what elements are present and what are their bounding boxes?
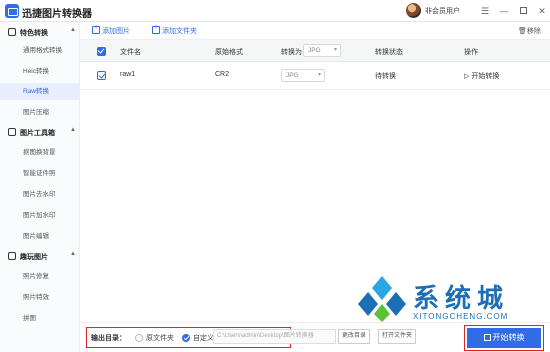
user-avatar[interactable] (406, 3, 421, 18)
chevron-down-icon: ▾ (317, 72, 321, 78)
source-folder-label[interactable]: 原文件夹 (146, 333, 174, 343)
bottom-bar: 输出目录： 原文件夹 自定义 C:\Users\admin\Desktop\图片… (80, 322, 550, 352)
table-row: raw1 CR2 JPG ▾ 待转换 ▷ 开始转换 (80, 62, 550, 90)
close-icon[interactable]: ✕ (535, 4, 549, 18)
chevron-up-icon: ▲ (70, 127, 76, 133)
sidebar: 特色转换 ▲ 通用格式转换 Heic转换 Raw转换 图片压缩 图片工具箱 ▲ … (0, 22, 80, 352)
row-original-format: CR2 (215, 71, 230, 78)
sidebar-group-toolbox[interactable]: 图片工具箱 ▲ (0, 126, 80, 140)
open-folder-button[interactable]: 打开文件夹 (378, 329, 416, 344)
table-header: 文件名 原始格式 转换为 JPG ▾ 转换状态 操作 (80, 40, 550, 62)
select-all-checkbox[interactable] (97, 47, 106, 56)
header-action: 操作 (464, 49, 478, 56)
add-folder-icon (152, 24, 160, 34)
row-start-convert-button[interactable]: ▷ 开始转换 (464, 71, 499, 81)
maximize-icon[interactable] (516, 4, 530, 18)
output-label: 输出目录： (91, 335, 126, 342)
row-filename: raw1 (120, 71, 136, 78)
header-original-format: 原始格式 (215, 49, 243, 56)
add-image-icon (92, 24, 100, 34)
chevron-down-icon: ▾ (333, 47, 337, 53)
sidebar-item-photo-repair[interactable]: 照片修复 (0, 268, 80, 285)
sidebar-item-cutout[interactable]: 抠图换背景 (0, 144, 80, 161)
header-filename: 文件名 (120, 49, 141, 56)
sidebar-item-heic-convert[interactable]: Heic转换 (0, 63, 80, 80)
fun-image-icon (8, 252, 16, 260)
watermark-text: 系统城 (413, 283, 510, 313)
header-convert-to: 转换为 (281, 49, 302, 56)
output-path-input[interactable]: C:\Users\admin\Desktop\图片转换器 (213, 329, 336, 344)
watermark-subtext: XITONGCHENG.COM (413, 312, 509, 321)
source-folder-radio[interactable] (135, 334, 143, 342)
sidebar-item-image-compress[interactable]: 图片压缩 (0, 104, 80, 121)
convert-all-format-select[interactable]: JPG ▾ (303, 44, 341, 57)
sidebar-item-general-convert[interactable]: 通用格式转换 (0, 42, 80, 59)
add-image-button[interactable]: 添加图片 (92, 24, 130, 36)
convert-icon (483, 334, 491, 341)
app-logo-icon (5, 4, 19, 18)
minimize-icon[interactable]: — (497, 4, 511, 18)
sidebar-item-raw-convert[interactable]: Raw转换 (0, 83, 80, 100)
app-title: 迅捷图片转换器 (22, 9, 92, 20)
chevron-up-icon: ▲ (70, 27, 76, 33)
trash-icon: 🗑 (518, 28, 527, 35)
toolbox-icon (8, 128, 16, 136)
custom-folder-radio[interactable] (182, 334, 190, 342)
add-folder-button[interactable]: 添加文件夹 (152, 24, 197, 36)
play-icon: ▷ (464, 73, 470, 80)
row-status: 待转换 (375, 73, 396, 80)
row-format-select[interactable]: JPG ▾ (281, 69, 325, 82)
sidebar-item-remove-watermark[interactable]: 图片去水印 (0, 186, 80, 203)
custom-folder-label[interactable]: 自定义 (193, 333, 214, 343)
watermark-logo-icon (358, 276, 406, 322)
start-convert-button[interactable]: 开始转换 (464, 325, 544, 351)
remove-button[interactable]: 🗑移除 (518, 26, 541, 36)
sidebar-item-add-watermark[interactable]: 图片加水印 (0, 207, 80, 224)
feature-convert-icon (8, 28, 16, 36)
sidebar-item-image-edit[interactable]: 图片编辑 (0, 228, 80, 245)
watermark: 系统城 XITONGCHENG.COM (358, 270, 548, 330)
sidebar-item-collage[interactable]: 拼图 (0, 310, 80, 327)
sidebar-item-id-photo[interactable]: 智能证件照 (0, 165, 80, 182)
chevron-up-icon: ▲ (70, 251, 76, 257)
user-name[interactable]: 非会员用户 (425, 6, 460, 16)
toolbar: 添加图片 添加文件夹 🗑移除 (80, 22, 550, 40)
sidebar-group-feature[interactable]: 特色转换 ▲ (0, 26, 80, 40)
header-status: 转换状态 (375, 49, 403, 56)
title-bar: 迅捷图片转换器 非会员用户 ☰ — ✕ (0, 0, 550, 22)
sidebar-group-fun[interactable]: 趣玩图片 ▲ (0, 250, 80, 264)
row-checkbox[interactable] (97, 71, 106, 80)
sidebar-item-photo-effects[interactable]: 照片特效 (0, 289, 80, 306)
change-directory-button[interactable]: 更改目录 (338, 329, 370, 344)
menu-icon[interactable]: ☰ (478, 4, 492, 18)
